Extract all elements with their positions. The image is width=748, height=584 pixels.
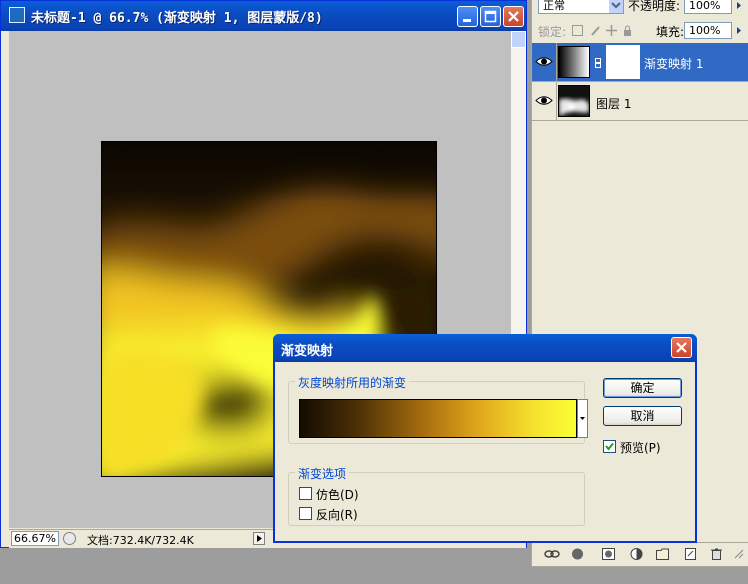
lock-all-icon[interactable] (622, 25, 633, 36)
adjustment-layer-icon[interactable] (630, 548, 643, 560)
layer-name[interactable]: 图层 1 (596, 95, 631, 112)
link-layers-icon[interactable] (544, 548, 560, 560)
maximize-button[interactable] (480, 6, 501, 27)
layer-mask-thumbnail[interactable] (606, 45, 640, 79)
layers-panel-toolbar (532, 542, 748, 565)
close-icon (676, 342, 687, 353)
close-icon (508, 11, 519, 22)
new-group-icon[interactable] (656, 548, 669, 560)
close-button[interactable] (503, 6, 524, 27)
maximize-icon (484, 10, 497, 23)
document-titlebar[interactable]: 未标题-1 @ 66.7% (渐变映射 1, 图层蒙版/8) (1, 1, 526, 31)
dialog-titlebar[interactable]: 渐变映射 (273, 334, 697, 362)
blend-mode-value: 正常 (543, 0, 565, 12)
reverse-checkbox[interactable] (299, 507, 312, 520)
visibility-eye-icon[interactable] (535, 93, 553, 108)
fill-field[interactable]: 100% (684, 22, 732, 39)
checkmark-icon (605, 442, 614, 451)
dither-label[interactable]: 仿色(D) (316, 486, 359, 503)
ok-button[interactable]: 确定 (603, 378, 682, 398)
lock-paint-icon[interactable] (590, 25, 601, 36)
gradient-options-group: 渐变选项 仿色(D) 反向(R) (288, 465, 585, 526)
lock-position-icon[interactable] (606, 25, 617, 36)
new-layer-icon[interactable] (684, 548, 697, 560)
gradient-group: 灰度映射所用的渐变 (288, 374, 588, 444)
minimize-icon (463, 19, 471, 22)
lock-transparency-icon[interactable] (572, 25, 583, 36)
gradient-map-dialog: 渐变映射 灰度映射所用的渐变 渐变选项 仿色(D) 反向(R) 确定 取消 预览… (273, 334, 697, 543)
chevron-down-icon (609, 0, 623, 13)
dialog-close-button[interactable] (671, 337, 692, 358)
dither-checkbox[interactable] (299, 487, 312, 500)
layer-1-thumbnail[interactable] (558, 85, 590, 117)
visibility-eye-icon[interactable] (535, 54, 553, 69)
opacity-label: 不透明度: (628, 0, 681, 13)
delete-layer-icon[interactable] (710, 548, 723, 560)
chevron-down-icon (580, 417, 585, 420)
gradient-map-adjustment-thumbnail[interactable] (558, 46, 590, 78)
mask-link-icon[interactable] (595, 57, 601, 68)
status-menu-arrow-icon[interactable] (253, 532, 265, 545)
preview-label[interactable]: 预览(P) (620, 439, 661, 456)
minimize-button[interactable] (457, 6, 478, 27)
zoom-field[interactable]: 66.67% (11, 531, 59, 546)
scroll-up-button[interactable] (511, 31, 526, 48)
layer-row-layer-1[interactable]: 图层 1 (532, 82, 748, 121)
document-size-info: 文档:732.4K/732.4K (87, 534, 194, 547)
blend-mode-select[interactable]: 正常 (538, 0, 624, 14)
dialog-title: 渐变映射 (281, 344, 334, 359)
fill-label: 填充: (656, 25, 685, 39)
resize-grip-icon[interactable] (732, 547, 744, 561)
gradient-group-label: 灰度映射所用的渐变 (295, 374, 410, 391)
layer-row-gradient-map[interactable]: 渐变映射 1 (532, 43, 748, 82)
preview-checkbox[interactable] (603, 440, 616, 453)
lock-label: 锁定: (538, 25, 567, 39)
cancel-button[interactable]: 取消 (603, 406, 682, 426)
add-mask-icon[interactable] (602, 548, 615, 560)
status-info-icon[interactable] (63, 532, 76, 545)
gradient-preview[interactable] (299, 399, 577, 438)
gradient-picker-dropdown[interactable] (577, 399, 588, 438)
fill-arrow-icon[interactable] (733, 23, 745, 38)
layer-name[interactable]: 渐变映射 1 (644, 55, 703, 72)
opacity-field[interactable]: 100% (684, 0, 732, 14)
gradient-options-label: 渐变选项 (295, 465, 350, 482)
layer-style-icon[interactable] (571, 548, 584, 560)
document-title: 未标题-1 @ 66.7% (渐变映射 1, 图层蒙版/8) (31, 11, 323, 26)
opacity-arrow-icon[interactable] (733, 0, 745, 13)
photoshop-document-icon (9, 7, 25, 23)
reverse-label[interactable]: 反向(R) (316, 506, 358, 523)
